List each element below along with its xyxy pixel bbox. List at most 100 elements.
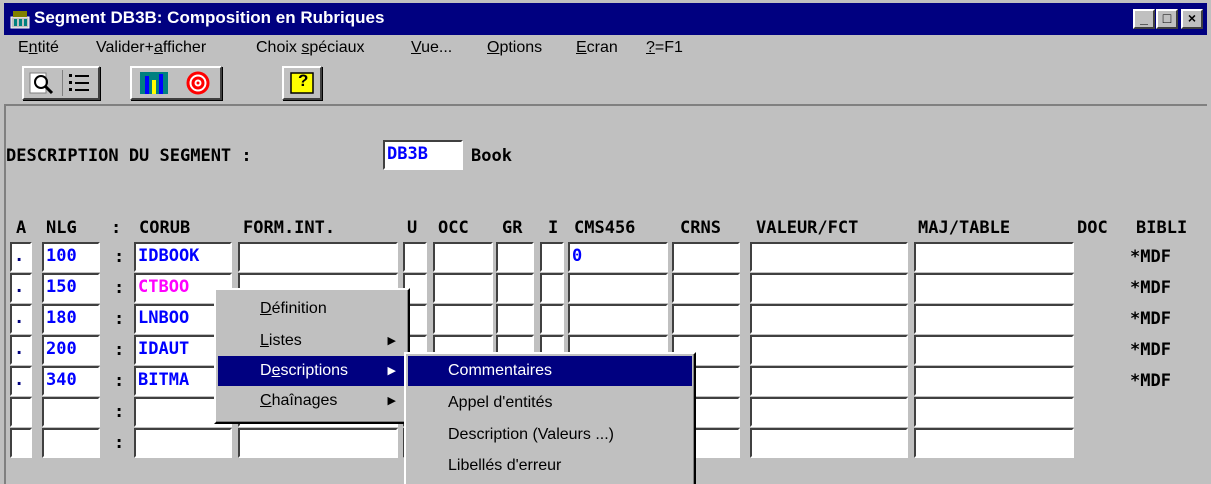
close-button[interactable]: × [1181,9,1203,29]
nlg-field[interactable] [42,397,100,427]
submenu-item-libelles-erreur[interactable]: Libellés d'erreur [408,451,692,481]
chart-icon [140,72,168,94]
segment-name: Book [471,146,512,166]
close-icon: × [1187,10,1197,26]
col-doc: DOC [1077,218,1108,238]
menu-help[interactable]: ?=F1 [646,39,683,57]
form-int-field[interactable] [238,242,398,272]
row-separator: : [114,309,125,329]
submenu-item-description-valeurs[interactable]: Description (Valeurs ...) [408,420,692,450]
gr-field[interactable] [496,273,534,303]
minimize-button[interactable]: _ [1133,9,1155,29]
menu-ecran[interactable]: Ecran [576,39,618,57]
segment-code-field[interactable]: DB3B [383,140,463,170]
row-separator: : [114,402,125,422]
col-crns: CRNS [680,218,721,238]
cms456-field[interactable]: 0 [568,242,668,272]
u-field[interactable] [403,242,427,272]
col-valeur-fct: VALEUR/FCT [756,218,859,238]
row-separator: : [114,433,125,453]
nlg-field[interactable]: 100 [42,242,100,272]
maj-table-field[interactable] [914,366,1074,396]
valeur-fct-field[interactable] [750,397,908,427]
nlg-field[interactable] [42,428,100,458]
bibli-value: *MDF [1130,340,1171,360]
menu-valider-afficher[interactable]: Valider+afficher [96,39,206,57]
action-field[interactable]: . [10,242,32,272]
occ-field[interactable] [433,273,493,303]
app-icon [10,11,30,29]
nlg-field[interactable]: 340 [42,366,100,396]
row-separator: : [114,371,125,391]
submenu-item-appel-entites[interactable]: Appel d'entités [408,388,692,418]
maj-table-field[interactable] [914,428,1074,458]
view-button[interactable] [26,70,60,96]
col-u: U [407,218,418,238]
action-field[interactable] [10,397,32,427]
crns-field[interactable] [672,273,740,303]
cms456-field[interactable] [568,304,668,334]
row-separator: : [114,278,125,298]
i-field[interactable] [540,304,564,334]
occ-field[interactable] [433,242,493,272]
gr-field[interactable] [496,242,534,272]
menu-vue[interactable]: Vue... [411,39,452,57]
bibli-value: *MDF [1130,278,1171,298]
target-button[interactable] [178,70,218,96]
valeur-fct-field[interactable] [750,273,908,303]
target-icon [186,71,210,95]
bibli-value: *MDF [1130,247,1171,267]
help-button[interactable]: ? [282,66,322,100]
menu-options[interactable]: Options [487,39,542,57]
valeur-fct-field[interactable] [750,366,908,396]
corub-field[interactable] [134,428,232,458]
toolbar-group-view [22,66,100,100]
submenu-item-commentaires[interactable]: Commentaires [408,356,692,386]
action-field[interactable] [10,428,32,458]
maj-table-field[interactable] [914,335,1074,365]
action-field[interactable]: . [10,366,32,396]
valeur-fct-field[interactable] [750,242,908,272]
ctx-item-listes[interactable]: Listes ▶ [218,326,406,356]
form-int-field[interactable] [238,428,398,458]
title-bar[interactable]: Segment DB3B: Composition en Rubriques _… [4,3,1207,35]
menu-bar: Entité Valider+afficher Choix spéciaux V… [4,36,1207,62]
minimize-icon: _ [1140,10,1148,26]
maj-table-field[interactable] [914,242,1074,272]
submenu-arrow-icon: ▶ [387,365,396,377]
action-field[interactable]: . [10,273,32,303]
crns-field[interactable] [672,242,740,272]
view-icon [29,72,54,95]
ctx-item-chainages[interactable]: Chaînages ▶ [218,386,406,416]
action-field[interactable]: . [10,304,32,334]
chart-button[interactable] [134,70,176,96]
crns-field[interactable] [672,304,740,334]
ctx-item-definition[interactable]: Définition [218,294,406,324]
list-button[interactable] [62,70,96,96]
maj-table-field[interactable] [914,397,1074,427]
valeur-fct-field[interactable] [750,335,908,365]
toolbar-group-graphics [130,66,222,100]
occ-field[interactable] [433,304,493,334]
nlg-field[interactable]: 150 [42,273,100,303]
maj-table-field[interactable] [914,304,1074,334]
maximize-button[interactable]: □ [1156,9,1178,29]
menu-entite[interactable]: Entité [18,39,59,57]
valeur-fct-field[interactable] [750,428,908,458]
action-field[interactable]: . [10,335,32,365]
row-separator: : [114,340,125,360]
nlg-field[interactable]: 180 [42,304,100,334]
valeur-fct-field[interactable] [750,304,908,334]
i-field[interactable] [540,273,564,303]
col-cms456: CMS456 [574,218,636,238]
ctx-item-descriptions[interactable]: Descriptions ▶ [218,356,406,386]
nlg-field[interactable]: 200 [42,335,100,365]
row-separator: : [114,247,125,267]
maj-table-field[interactable] [914,273,1074,303]
menu-choix-speciaux[interactable]: Choix spéciaux [256,39,365,57]
gr-field[interactable] [496,304,534,334]
corub-field[interactable]: IDBOOK [134,242,232,272]
bibli-value: *MDF [1130,309,1171,329]
cms456-field[interactable] [568,273,668,303]
i-field[interactable] [540,242,564,272]
